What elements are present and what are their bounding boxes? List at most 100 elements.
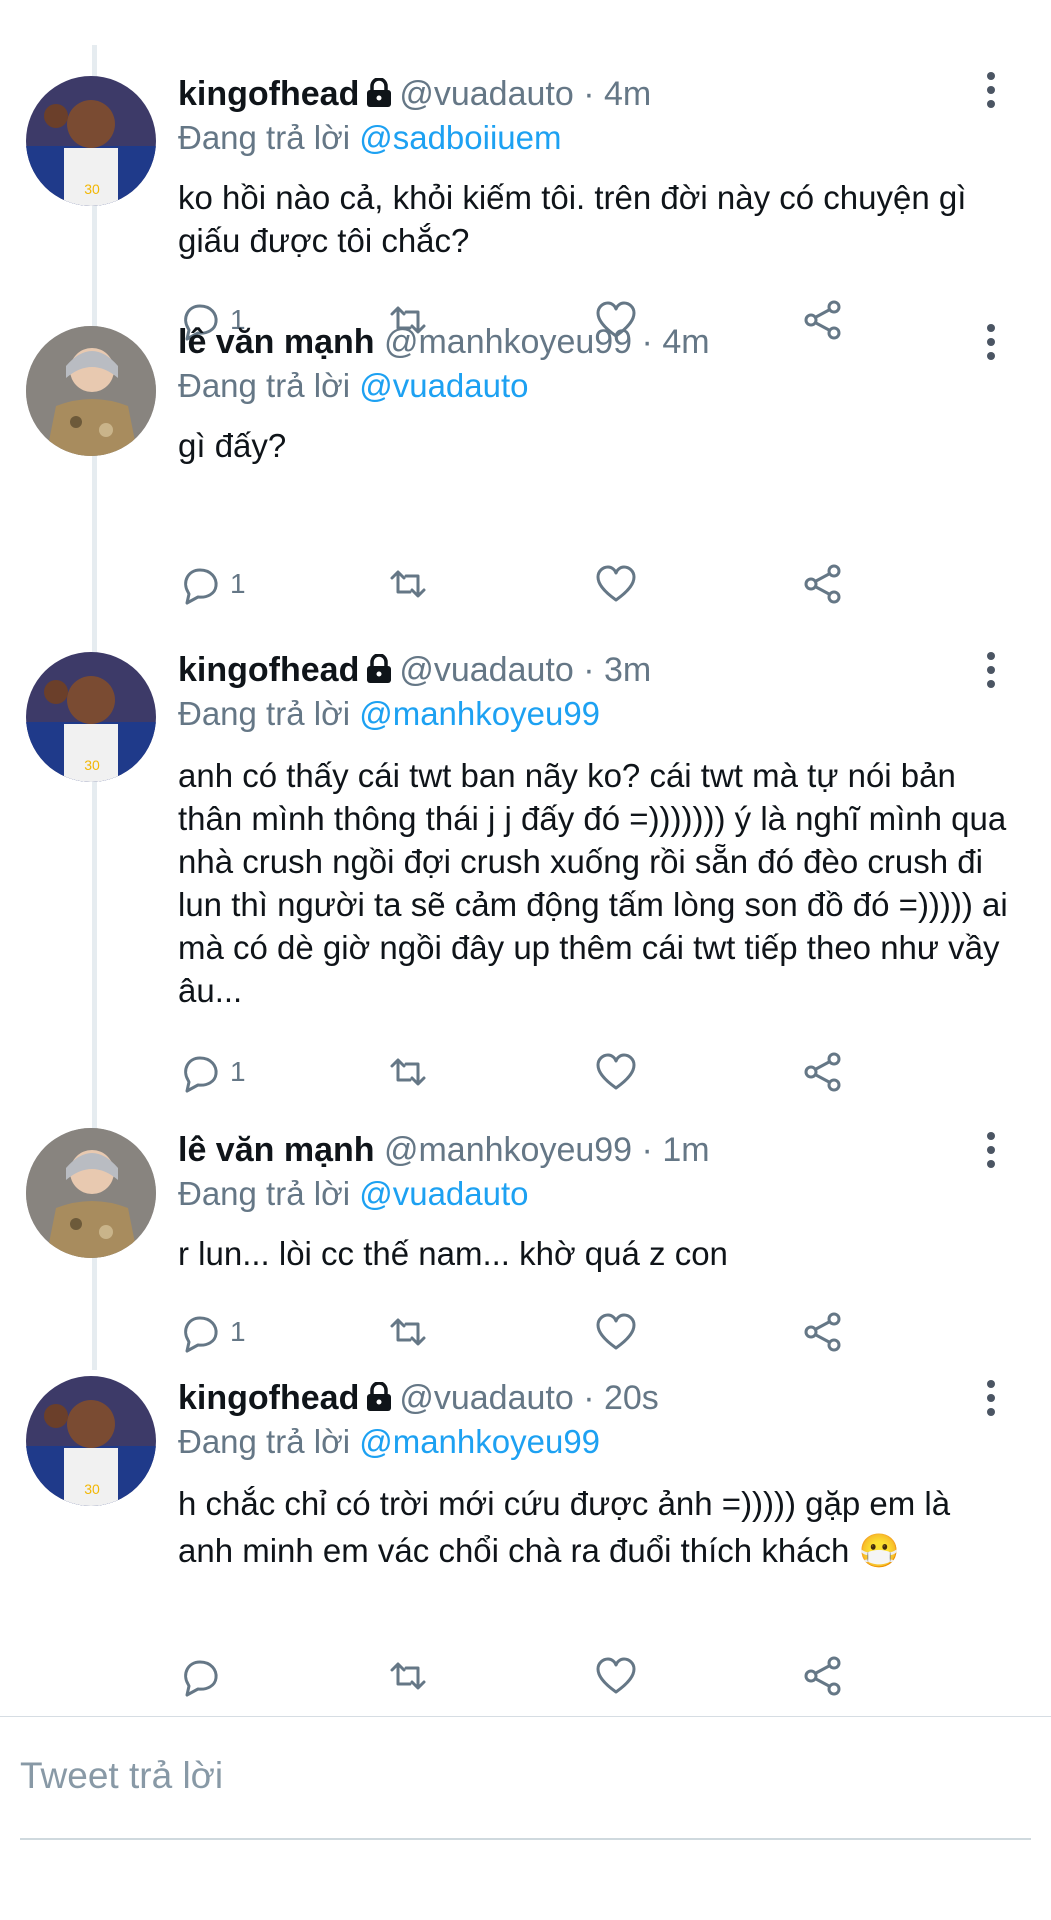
user-handle[interactable]: @vuadauto [399,75,573,113]
replying-to-mention[interactable]: @vuadauto [359,1175,528,1212]
more-options-icon[interactable] [985,72,997,108]
share-button[interactable] [802,296,846,344]
reply-icon [184,1316,218,1353]
replying-prefix: Đang trả lời [178,1175,360,1212]
replying-prefix: Đang trả lời [178,367,360,404]
share-button[interactable] [802,1308,846,1356]
reply-tweet-input[interactable]: Tweet trả lời [20,1755,223,1797]
user-handle[interactable] [375,1131,384,1169]
tweet-text: h chắc chỉ có trời mới cứu được ảnh =)))… [178,1485,951,1569]
share-icon [804,564,841,604]
timestamp[interactable]: 4m [604,75,651,113]
avatar[interactable]: 30 [26,76,156,206]
like-button[interactable] [594,560,638,608]
timestamp[interactable]: 20s [604,1379,659,1417]
lock-icon [365,1379,393,1423]
display-name[interactable]: lê văn mạnh [178,1131,375,1169]
user-handle[interactable] [375,323,384,361]
share-icon [804,1312,841,1352]
tweet-text: ko hồi nào cả, khỏi kiếm tôi. trên đời n… [178,179,967,259]
share-button[interactable] [802,1652,846,1700]
like-button[interactable] [594,1652,638,1700]
reply-icon [184,1056,218,1093]
replying-to: Đang trả lời @sadboiiuem [178,116,562,160]
user-handle[interactable]: @manhkoyeu99 [384,323,632,361]
display-name[interactable]: kingofhead [178,1379,359,1417]
retweet-icon [390,1058,426,1086]
retweet-icon [390,1318,426,1346]
avatar[interactable] [26,326,156,456]
heart-icon [596,1657,636,1694]
tweet-header: kingofhead @vuadauto · 4m [178,72,651,119]
replying-to-mention[interactable]: @sadboiiuem [359,119,561,156]
heart-icon [596,1313,636,1350]
like-button[interactable] [594,1308,638,1356]
replying-to-mention[interactable]: @manhkoyeu99 [359,1423,600,1460]
more-options-icon[interactable] [985,1380,997,1416]
retweet-button[interactable] [386,1048,430,1096]
avatar[interactable]: 30 [26,1376,156,1506]
more-options-icon[interactable] [985,1132,997,1168]
retweet-button[interactable] [386,1652,430,1700]
more-options-icon[interactable] [985,652,997,688]
retweet-icon [390,570,426,598]
reply-button[interactable]: 1 [178,560,246,608]
lock-icon [365,75,393,119]
replying-to: Đang trả lời @vuadauto [178,364,529,408]
separator: · [573,75,604,113]
replying-prefix: Đang trả lời [178,695,360,732]
more-options-icon[interactable] [985,324,997,360]
separator: · [632,1131,663,1169]
user-handle[interactable]: @manhkoyeu99 [384,1131,632,1169]
display-name[interactable]: kingofhead [178,651,359,689]
user-handle[interactable]: @vuadauto [399,651,573,689]
replying-to-mention[interactable]: @vuadauto [359,367,528,404]
reply-count: 1 [230,1316,246,1347]
timestamp[interactable]: 4m [662,323,709,361]
replying-to: Đang trả lời @vuadauto [178,1172,529,1216]
tweet-header: kingofhead @vuadauto · 20s [178,1376,659,1423]
reply-icon [184,568,218,605]
share-icon [804,300,841,340]
share-icon [804,1052,841,1092]
timestamp[interactable]: 3m [604,651,651,689]
share-icon [804,1656,841,1696]
reply-input-underline [20,1838,1031,1840]
user-handle[interactable]: @vuadauto [399,1379,573,1417]
tweet-actions: 1 [178,560,858,608]
display-name[interactable]: kingofhead [178,75,359,113]
tweet-header: lê văn mạnh @manhkoyeu99 · 4m [178,320,710,364]
display-name[interactable]: lê văn mạnh [178,323,375,361]
retweet-button[interactable] [386,560,430,608]
avatar[interactable]: 30 [26,652,156,782]
reply-icon [184,1660,218,1697]
replying-prefix: Đang trả lời [178,119,360,156]
reply-button[interactable] [178,1652,230,1700]
avatar[interactable] [26,1128,156,1258]
heart-icon [596,565,636,602]
timestamp[interactable]: 1m [662,1131,709,1169]
svg-text:30: 30 [84,181,100,197]
reply-count: 1 [230,1056,246,1087]
replying-prefix: Đang trả lời [178,1423,360,1460]
tweet-actions [178,1652,858,1700]
retweet-icon [390,1662,426,1690]
tweet-header: lê văn mạnh @manhkoyeu99 · 1m [178,1128,710,1172]
tweet-header: kingofhead @vuadauto · 3m [178,648,651,695]
retweet-button[interactable] [386,1308,430,1356]
share-button[interactable] [802,560,846,608]
tweet-text: anh có thấy cái twt ban nãy ko? cái twt … [178,757,1008,1009]
reply-button[interactable]: 1 [178,1308,246,1356]
replying-to-mention[interactable]: @manhkoyeu99 [359,695,600,732]
reply-button[interactable]: 1 [178,1048,246,1096]
tweet-text: gì đấy? [178,427,287,464]
lock-icon [365,651,393,695]
composer-divider [0,1716,1051,1717]
share-button[interactable] [802,1048,846,1096]
svg-text:30: 30 [84,757,100,773]
like-button[interactable] [594,1048,638,1096]
tweet-text: r lun... lòi cc thế nam... khờ quá z con [178,1235,728,1272]
separator: · [573,651,604,689]
reply-count: 1 [230,568,246,599]
replying-to: Đang trả lời @manhkoyeu99 [178,692,600,736]
